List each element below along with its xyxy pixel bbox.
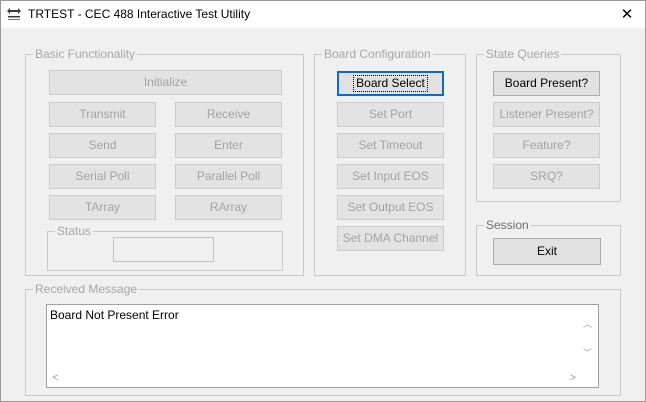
feature-button[interactable]: Feature? [493, 133, 600, 158]
session-label: Session [484, 218, 531, 232]
receive-button[interactable]: Receive [175, 102, 282, 127]
set-output-eos-button[interactable]: Set Output EOS [337, 195, 444, 220]
scroll-up-icon[interactable]: ︿ [583, 317, 592, 330]
client-area: Basic Functionality Initialize Transmit … [1, 28, 645, 401]
set-port-button[interactable]: Set Port [337, 102, 444, 127]
enter-button[interactable]: Enter [175, 133, 282, 158]
serial-poll-button[interactable]: Serial Poll [49, 164, 156, 189]
scroll-right-icon[interactable]: > [570, 372, 576, 384]
close-icon[interactable]: ✕ [616, 6, 638, 24]
received-message-textbox[interactable]: Board Not Present Error ︿ ﹀ < > [46, 304, 599, 388]
listener-present-button[interactable]: Listener Present? [493, 102, 600, 127]
received-message-label: Received Message [33, 282, 140, 296]
exit-button[interactable]: Exit [493, 238, 601, 265]
set-timeout-button[interactable]: Set Timeout [337, 133, 444, 158]
set-input-eos-button[interactable]: Set Input EOS [337, 164, 444, 189]
initialize-button[interactable]: Initialize [49, 70, 282, 95]
window-title: TRTEST - CEC 488 Interactive Test Utilit… [28, 7, 251, 21]
app-window: TRTEST - CEC 488 Interactive Test Utilit… [0, 0, 646, 402]
tarray-button[interactable]: TArray [49, 195, 156, 220]
board-present-button[interactable]: Board Present? [493, 71, 600, 96]
send-button[interactable]: Send [49, 133, 156, 158]
board-configuration-label: Board Configuration [322, 47, 433, 61]
horizontal-scrollbar[interactable]: < > [47, 371, 598, 387]
srq-button[interactable]: SRQ? [493, 164, 600, 189]
received-message-text: Board Not Present Error [50, 308, 179, 322]
set-dma-channel-button[interactable]: Set DMA Channel [337, 226, 444, 251]
scroll-left-icon[interactable]: < [52, 372, 58, 384]
status-display [113, 237, 214, 262]
scroll-down-icon[interactable]: ﹀ [583, 346, 592, 359]
basic-functionality-label: Basic Functionality [33, 47, 138, 61]
status-label: Status [55, 224, 94, 238]
state-queries-label: State Queries [484, 47, 562, 61]
board-select-button[interactable]: Board Select [337, 71, 444, 96]
title-bar[interactable]: TRTEST - CEC 488 Interactive Test Utilit… [1, 1, 645, 28]
board-select-label: Board Select [353, 75, 428, 92]
rarray-button[interactable]: RArray [175, 195, 282, 220]
app-icon [7, 8, 21, 20]
parallel-poll-button[interactable]: Parallel Poll [175, 164, 282, 189]
transmit-button[interactable]: Transmit [49, 102, 156, 127]
